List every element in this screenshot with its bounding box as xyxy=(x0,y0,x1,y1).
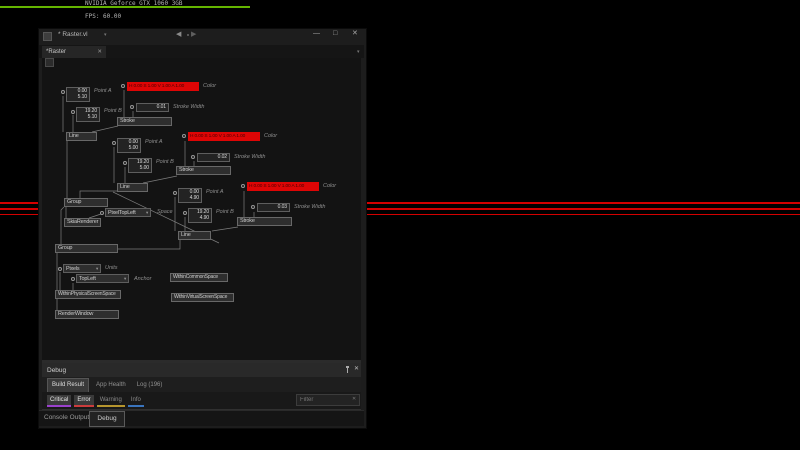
node-stroke-1[interactable]: Stroke xyxy=(117,117,172,126)
space-dropdown-value: PixelTopLeft xyxy=(108,210,136,216)
filter-clear-icon[interactable]: ✕ xyxy=(352,396,356,402)
label-stroke-width-2: Stroke Width xyxy=(234,154,265,160)
node-line-1[interactable]: Line xyxy=(66,132,97,141)
iobox-point-b-2[interactable]: 19.20 5.00 xyxy=(128,158,152,173)
input-pin-icon[interactable] xyxy=(191,155,195,159)
chevron-down-icon: ▾ xyxy=(96,266,98,272)
node-line-2[interactable]: Line xyxy=(117,183,148,192)
iobox-point-b-1[interactable]: 19.20 5.10 xyxy=(76,107,100,122)
input-pin-icon[interactable] xyxy=(123,161,127,165)
desktop-screen: { "overlay": { "gpu": "NVIDIA Geforce GT… xyxy=(0,0,800,450)
node-stroke-2[interactable]: Stroke xyxy=(176,166,231,175)
input-pin-icon[interactable] xyxy=(183,211,187,215)
label-point-b-1: Point B xyxy=(104,108,122,114)
iobox-color-1[interactable]: H 0.00 S 1.00 V 1.00 A 1.00 xyxy=(127,82,199,91)
tab-console-output[interactable]: Console Output xyxy=(44,414,89,421)
input-pin-icon[interactable] xyxy=(61,90,65,94)
input-pin-icon[interactable] xyxy=(71,110,75,114)
iobox-point-a-2[interactable]: 0.00 5.00 xyxy=(117,138,141,153)
label-color-1: Color xyxy=(203,83,216,89)
label-point-b-2: Point B xyxy=(156,159,174,165)
input-pin-icon[interactable] xyxy=(112,141,116,145)
label-point-a-2: Point A xyxy=(145,139,163,145)
input-pin-icon[interactable] xyxy=(121,84,125,88)
iobox-stroke-width-1[interactable]: 0.01 xyxy=(136,103,169,112)
label-stroke-width-3: Stroke Width xyxy=(294,204,325,210)
input-pin-icon[interactable] xyxy=(241,184,245,188)
label-stroke-width-1: Stroke Width xyxy=(173,104,204,110)
pin-icon[interactable] xyxy=(346,366,349,368)
chevron-down-icon: ▾ xyxy=(146,210,148,216)
iobox-point-a-3[interactable]: 0.00 4.90 xyxy=(178,188,202,203)
tab-debug[interactable]: Debug xyxy=(89,411,125,427)
fps-counter: FPS: 60.00 xyxy=(85,13,121,20)
input-pin-icon[interactable] xyxy=(58,267,62,271)
node-group-2[interactable]: Group xyxy=(55,244,118,253)
input-pin-icon[interactable] xyxy=(173,191,177,195)
iobox-stroke-width-3[interactable]: 0.03 xyxy=(257,203,290,212)
iobox-color-3[interactable]: H 0.00 S 1.00 V 1.00 A 1.00 xyxy=(247,182,319,191)
input-pin-icon[interactable] xyxy=(100,211,104,215)
iobox-stroke-width-2[interactable]: 0.02 xyxy=(197,153,230,162)
gpu-overlay-underline xyxy=(0,6,250,8)
input-pin-icon[interactable] xyxy=(71,277,75,281)
anchor-dropdown-value: TopLeft xyxy=(79,276,96,282)
input-pin-icon[interactable] xyxy=(251,205,255,209)
node-within-physical-screen-space[interactable]: WithinPhysicalScreenSpace xyxy=(55,290,121,299)
input-pin-icon[interactable] xyxy=(130,105,134,109)
node-within-virtual-screen-space[interactable]: WithinVirtualScreenSpace xyxy=(171,293,234,302)
label-point-a-1: Point A xyxy=(94,88,112,94)
iobox-color-2[interactable]: H 0.00 S 1.00 V 1.00 A 1.00 xyxy=(188,132,260,141)
node-skia-renderer[interactable]: SkiaRenderer xyxy=(64,218,101,227)
chevron-down-icon: ▾ xyxy=(124,276,126,282)
iobox-point-a-1[interactable]: 0.00 5.10 xyxy=(66,87,90,102)
units-dropdown[interactable]: Pixels ▾ xyxy=(63,264,101,273)
label-point-b-3: Point B xyxy=(216,209,234,215)
debug-panel-close-icon[interactable]: ✕ xyxy=(354,365,359,372)
node-within-common-space[interactable]: WithinCommonSpace xyxy=(170,273,228,282)
input-pin-icon[interactable] xyxy=(182,134,186,138)
space-dropdown[interactable]: PixelTopLeft ▾ xyxy=(105,208,151,217)
units-dropdown-value: Pixels xyxy=(66,266,79,272)
node-stroke-3[interactable]: Stroke xyxy=(237,217,292,226)
label-point-a-3: Point A xyxy=(206,189,224,195)
label-units: Units xyxy=(105,265,118,271)
iobox-point-b-3[interactable]: 19.20 4.90 xyxy=(188,208,212,223)
node-render-window[interactable]: RenderWindow xyxy=(55,310,119,319)
label-color-2: Color xyxy=(264,133,277,139)
label-color-3: Color xyxy=(323,183,336,189)
patch-region-marker[interactable] xyxy=(45,58,54,67)
filter-input[interactable] xyxy=(296,394,360,406)
label-anchor: Anchor xyxy=(134,276,151,282)
label-space: Space xyxy=(157,209,173,215)
node-line-3[interactable]: Line xyxy=(178,231,211,240)
anchor-dropdown[interactable]: TopLeft ▾ xyxy=(76,274,129,283)
node-group-1[interactable]: Group xyxy=(64,198,108,207)
